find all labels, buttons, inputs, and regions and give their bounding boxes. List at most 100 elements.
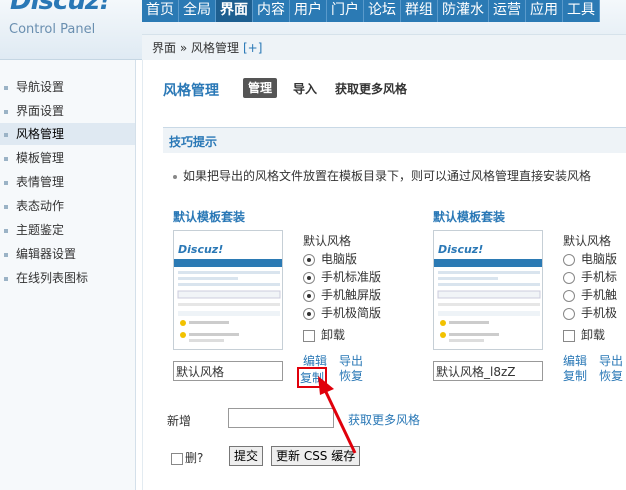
sidebar: 导航设置 界面设置 风格管理 模板管理 表情管理 表态动作 主题鉴定 编辑器设置… xyxy=(0,60,136,490)
refresh-css-cache-button[interactable]: 更新 CSS 缓存 xyxy=(271,446,361,466)
style-options: 默认风格 电脑版 手机标 手机触 手机极 xyxy=(563,232,626,322)
sidebar-item-thread-rating[interactable]: 主题鉴定 xyxy=(0,219,135,241)
style-pack-2: 默认模板套装 Discuz! 默认风格 电脑版 手机标 手机触 手机极 卸载 默… xyxy=(433,208,626,388)
style-name-input[interactable] xyxy=(433,361,543,381)
option-label: 手机极 xyxy=(581,306,618,320)
thumb-logo: Discuz! xyxy=(438,243,483,256)
option-label: 手机触 xyxy=(581,288,618,302)
style-preview-thumbnail[interactable]: Discuz! xyxy=(173,230,283,350)
option-mobile-touch[interactable]: 手机触屏版 xyxy=(303,286,423,304)
style-preview-thumbnail[interactable]: Discuz! xyxy=(433,230,543,350)
sidebar-item-reactions[interactable]: 表态动作 xyxy=(0,195,135,217)
style-label: 默认风格 xyxy=(303,234,352,248)
tab-manage[interactable]: 管理 xyxy=(243,78,278,98)
radio-icon[interactable] xyxy=(563,307,575,320)
option-label: 电脑版 xyxy=(321,252,358,266)
checkbox-icon[interactable] xyxy=(563,329,575,342)
checkbox-icon[interactable] xyxy=(171,452,183,465)
radio-icon[interactable] xyxy=(303,289,315,302)
get-more-styles-link[interactable]: 获取更多风格 xyxy=(348,411,420,428)
nav-portal[interactable]: 门户 xyxy=(327,0,364,22)
logo-subtitle: Control Panel xyxy=(9,22,96,37)
sidebar-item-online-icons[interactable]: 在线列表图标 xyxy=(0,267,135,289)
delete-label: 删? xyxy=(185,451,204,465)
bullet-icon xyxy=(4,252,8,257)
nav-antispam[interactable]: 防灌水 xyxy=(438,0,489,22)
tips-title: 技巧提示 xyxy=(169,135,218,149)
radio-icon[interactable] xyxy=(303,307,315,320)
new-style-input[interactable] xyxy=(228,408,334,428)
sidebar-item-label: 编辑器设置 xyxy=(16,247,77,261)
sidebar-item-smiley-management[interactable]: 表情管理 xyxy=(0,171,135,193)
sidebar-item-label: 界面设置 xyxy=(16,104,65,118)
sidebar-item-label: 模板管理 xyxy=(16,151,65,165)
bullet-icon xyxy=(4,132,8,137)
bullet-icon xyxy=(4,276,8,281)
uninstall-label: 卸载 xyxy=(581,328,606,342)
sidebar-item-label: 在线列表图标 xyxy=(16,271,89,285)
submit-button[interactable]: 提交 xyxy=(229,446,264,466)
copy-link[interactable]: 复制 xyxy=(297,367,328,388)
nav-apps[interactable]: 应用 xyxy=(526,0,563,22)
sidebar-item-label: 导航设置 xyxy=(16,80,65,94)
checkbox-icon[interactable] xyxy=(303,329,315,342)
style-name-input[interactable] xyxy=(173,361,283,381)
bullet-icon xyxy=(173,174,177,179)
sidebar-item-template-management[interactable]: 模板管理 xyxy=(0,147,135,169)
option-pc[interactable]: 电脑版 xyxy=(563,250,626,268)
restore-link[interactable]: 恢复 xyxy=(339,367,363,384)
nav-group[interactable]: 群组 xyxy=(401,0,438,22)
sidebar-item-editor-settings[interactable]: 编辑器设置 xyxy=(0,243,135,265)
bullet-icon xyxy=(4,228,8,233)
nav-users[interactable]: 用户 xyxy=(290,0,327,22)
nav-home[interactable]: 首页 xyxy=(142,0,179,22)
new-style-label: 新增 xyxy=(167,414,192,428)
sidebar-item-label: 风格管理 xyxy=(16,127,65,141)
control-panel: Discuz! Control Panel 首页 全局 界面 内容 用户 门户 … xyxy=(0,0,626,490)
nav-tools[interactable]: 工具 xyxy=(563,0,600,22)
nav-interface[interactable]: 界面 xyxy=(216,0,253,22)
tab-import[interactable]: 导入 xyxy=(293,80,317,97)
nav-forum[interactable]: 论坛 xyxy=(364,0,401,22)
radio-icon[interactable] xyxy=(303,253,315,266)
option-mobile-touch[interactable]: 手机触 xyxy=(563,286,626,304)
sidebar-item-label: 表情管理 xyxy=(16,175,65,189)
breadcrumb-bar: 界面 » 风格管理 [+] xyxy=(142,34,626,60)
restore-link[interactable]: 恢复 xyxy=(599,367,623,384)
header: Discuz! Control Panel 首页 全局 界面 内容 用户 门户 … xyxy=(0,0,626,60)
style-label: 默认风格 xyxy=(563,234,612,248)
option-mobile-standard[interactable]: 手机标准版 xyxy=(303,268,423,286)
option-mobile-simple[interactable]: 手机极简版 xyxy=(303,304,423,322)
sidebar-item-interface-settings[interactable]: 界面设置 xyxy=(0,100,135,122)
option-mobile-standard[interactable]: 手机标 xyxy=(563,268,626,286)
tip-item: 如果把导出的风格文件放置在模板目录下，则可以通过风格管理直接安装风格 xyxy=(173,167,591,184)
tips-header: 技巧提示 xyxy=(163,127,626,153)
top-navigation: 首页 全局 界面 内容 用户 门户 论坛 群组 防灌水 运营 应用 工具 xyxy=(142,0,600,22)
sidebar-item-label: 主题鉴定 xyxy=(16,223,65,237)
radio-icon[interactable] xyxy=(563,253,575,266)
uninstall-option[interactable]: 卸载 xyxy=(563,326,605,343)
option-pc[interactable]: 电脑版 xyxy=(303,250,423,268)
breadcrumb: 界面 » 风格管理 [+] xyxy=(152,39,262,56)
sidebar-item-label: 表态动作 xyxy=(16,199,65,213)
radio-icon[interactable] xyxy=(563,289,575,302)
breadcrumb-add-button[interactable]: [+] xyxy=(243,41,262,55)
radio-icon[interactable] xyxy=(563,271,575,284)
logo-name: Discuz! xyxy=(10,0,111,16)
option-mobile-simple[interactable]: 手机极 xyxy=(563,304,626,322)
option-label: 电脑版 xyxy=(581,252,618,266)
option-label: 手机触屏版 xyxy=(321,288,382,302)
nav-operations[interactable]: 运营 xyxy=(489,0,526,22)
tab-get-more-styles[interactable]: 获取更多风格 xyxy=(335,80,407,97)
radio-icon[interactable] xyxy=(303,271,315,284)
style-pack-1: 默认模板套装 Discuz! 默认风格 电脑版 手机标准版 手机触屏版 手机极简… xyxy=(173,208,381,388)
bullet-icon xyxy=(4,156,8,161)
sidebar-item-style-management[interactable]: 风格管理 xyxy=(0,123,135,145)
copy-link[interactable]: 复制 xyxy=(563,367,587,384)
nav-global[interactable]: 全局 xyxy=(179,0,216,22)
delete-option[interactable]: 删? xyxy=(171,449,203,466)
uninstall-option[interactable]: 卸载 xyxy=(303,326,345,343)
sidebar-item-nav-settings[interactable]: 导航设置 xyxy=(0,76,135,98)
nav-content[interactable]: 内容 xyxy=(253,0,290,22)
logo[interactable]: Discuz! Control Panel xyxy=(0,0,142,60)
